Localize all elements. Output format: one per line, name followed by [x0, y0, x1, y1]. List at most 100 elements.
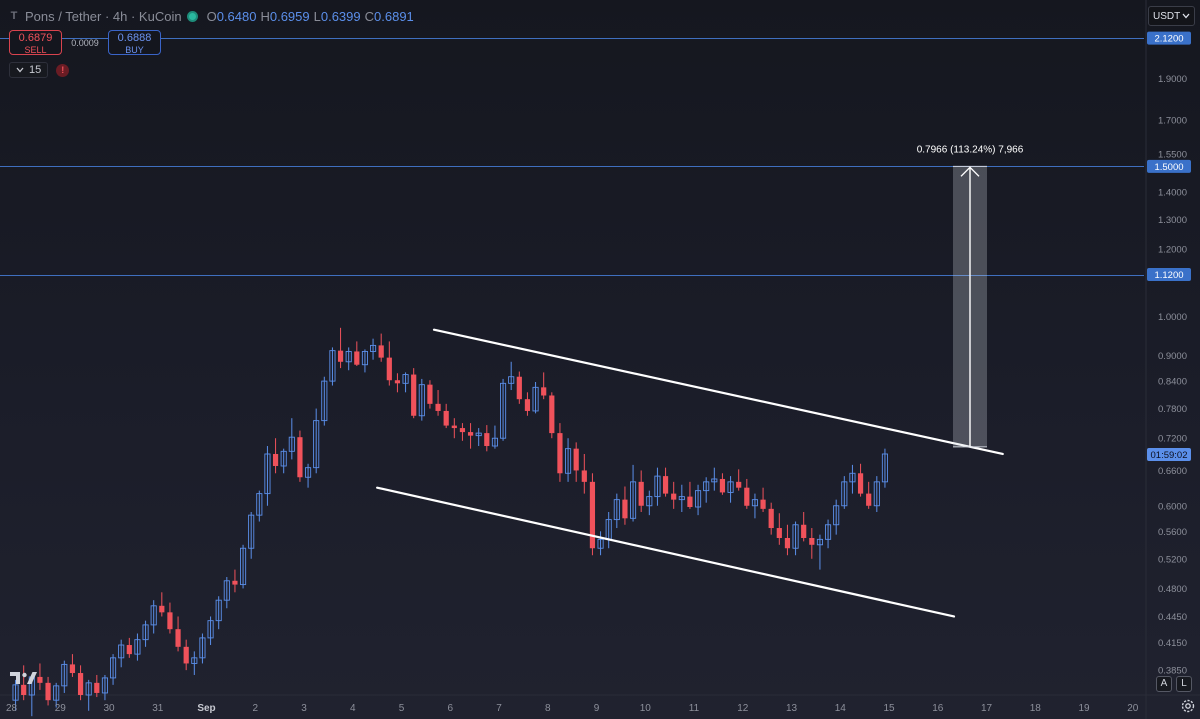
candle-down [866, 493, 872, 506]
price-tick-label: 0.7800 [1158, 404, 1187, 415]
price-tick-label: 1.3000 [1158, 215, 1187, 226]
candle-down [719, 478, 726, 493]
time-tick-label: 28 [6, 703, 18, 714]
candle-down [435, 403, 441, 411]
price-tick-label: 1.0000 [1158, 312, 1187, 323]
sell-button[interactable]: 0.6879 SELL [9, 30, 62, 55]
candle-down [411, 374, 417, 416]
ohlc-key: C [364, 8, 375, 24]
time-tick-label: 3 [301, 703, 307, 714]
gear-icon[interactable] [1180, 698, 1196, 714]
candle-down [69, 664, 76, 674]
candle-down [37, 676, 43, 683]
candle-down [581, 470, 587, 482]
candle-down [394, 380, 401, 384]
candle-down [159, 605, 165, 613]
price-tick-label: 1.5500 [1158, 150, 1187, 161]
price-tick-label: 0.7200 [1158, 434, 1187, 445]
candle-down [541, 387, 547, 396]
price-tick-label: 0.4800 [1158, 584, 1187, 595]
level-price-label: 2.1200 [1154, 34, 1183, 45]
candle-down [272, 453, 279, 466]
time-tick-label: Sep [197, 703, 215, 714]
candle-down [45, 682, 51, 701]
tradingview-logo-icon[interactable] [10, 670, 38, 686]
indicators-bar: 15 ! [9, 62, 70, 78]
auto-scale-button[interactable]: A [1156, 676, 1172, 692]
trend-channel[interactable]: 0.7966 (113.24%) 7,966 [376, 144, 1024, 618]
candle-down [183, 646, 189, 664]
trade-panel: 0.6879 SELL 0.0009 0.6888 BUY [9, 30, 161, 55]
ohlc-key: H [260, 8, 270, 24]
symbol-legend: T Pons / Tether · 4h · KuCoin O0.6480 H0.… [8, 7, 414, 25]
time-tick-label: 10 [640, 703, 652, 714]
candle-down [573, 448, 579, 471]
price-tick-label: 1.9000 [1158, 74, 1187, 85]
spread-value: 0.0009 [71, 37, 99, 48]
measure-label: 0.7966 (113.24%) 7,966 [917, 144, 1024, 155]
buy-button[interactable]: 0.6888 BUY [108, 30, 161, 55]
candle-down [744, 487, 750, 506]
candle-down [232, 580, 238, 585]
sell-label: SELL [24, 45, 47, 55]
price-tick-label: 0.5200 [1158, 554, 1187, 565]
time-tick-label: 15 [883, 703, 895, 714]
price-tick-label: 0.4150 [1158, 638, 1187, 649]
log-scale-button[interactable]: L [1176, 676, 1192, 692]
time-tick-label: 12 [737, 703, 749, 714]
symbol-logo-icon: T [10, 10, 18, 22]
price-range-measure[interactable]: 0.7966 (113.24%) 7,966 [917, 144, 1024, 448]
candle-down [354, 351, 360, 365]
ohlc-value: 0.6891 [374, 8, 414, 24]
candle-down [809, 537, 815, 545]
time-tick-label: 7 [496, 703, 502, 714]
candle-down [857, 473, 864, 494]
candle-down [297, 437, 303, 478]
ohlc-key: O [206, 8, 217, 24]
price-tick-label: 0.3850 [1158, 666, 1187, 677]
ohlc-value: 0.6959 [269, 8, 310, 24]
currency-selector[interactable]: USDT [1148, 6, 1195, 26]
time-tick-label: 20 [1127, 703, 1139, 714]
candle-down [443, 410, 449, 426]
candle-down [671, 493, 677, 500]
chevron-down-icon [1182, 13, 1190, 19]
candle-down [94, 682, 100, 693]
symbol-title[interactable]: Pons / Tether · 4h · KuCoin [25, 9, 182, 24]
candle-down [126, 645, 132, 655]
channel-lower-line [376, 486, 956, 618]
ohlc-value: 0.6480 [216, 8, 257, 24]
time-tick-label: 2 [252, 703, 258, 714]
warning-icon[interactable]: ! [56, 63, 70, 77]
candle-down [589, 481, 596, 549]
candle-down [638, 481, 644, 506]
candle-down [557, 433, 563, 474]
time-tick-label: 16 [932, 703, 944, 714]
candle-down [459, 428, 466, 433]
time-axis[interactable]: 28 29 30 31 Sep 2 3 4 5 6 7 8 9 10 11 12 13 14 15 16 17 18 19 2… [6, 703, 1139, 714]
time-tick-label: 6 [447, 703, 453, 714]
market-status-icon [186, 10, 198, 22]
candle-down [768, 508, 774, 529]
candle-down [175, 629, 181, 647]
candle-down [484, 433, 490, 447]
time-tick-label: 30 [103, 703, 115, 714]
time-tick-label: 11 [689, 703, 700, 714]
countdown-label: 01:59:02 [1151, 450, 1188, 461]
price-tick-label: 0.6600 [1158, 466, 1187, 477]
indicators-toggle[interactable]: 15 [9, 62, 49, 78]
candle-down [77, 673, 84, 695]
candle-down [776, 528, 782, 538]
candle-down [687, 496, 693, 507]
ohlc-key: L [313, 8, 321, 24]
price-chart[interactable]: 0.7966 (113.24%) 7,966 1.9000 1.7000 1.550… [0, 0, 1200, 719]
price-tick-label: 0.5600 [1158, 527, 1187, 538]
ohlc-value: 0.6399 [320, 8, 361, 24]
grid [0, 0, 1200, 719]
buy-price: 0.6888 [117, 32, 152, 44]
candle-down [21, 684, 27, 695]
price-tick-label: 1.2000 [1158, 244, 1187, 255]
time-tick-label: 5 [399, 703, 405, 714]
price-axis[interactable]: 1.9000 1.7000 1.5500 1.4000 1.3000 1.2000 1.00… [1147, 31, 1191, 677]
time-tick-label: 14 [835, 703, 847, 714]
